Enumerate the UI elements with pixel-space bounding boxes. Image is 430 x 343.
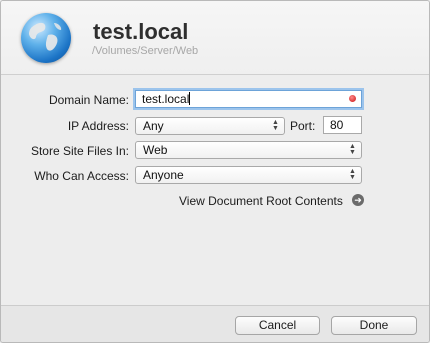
port-label: Port: bbox=[290, 119, 316, 133]
updown-arrows-icon: ▲ ▼ bbox=[349, 168, 356, 181]
header-divider bbox=[1, 74, 429, 75]
port-field[interactable]: 80 bbox=[323, 116, 362, 134]
done-button[interactable]: Done bbox=[331, 316, 417, 335]
dialog-footer: Cancel Done bbox=[1, 305, 429, 342]
updown-arrows-icon: ▲ ▼ bbox=[272, 119, 279, 132]
updown-arrows-icon: ▲ ▼ bbox=[349, 143, 356, 156]
domain-name-label: Domain Name: bbox=[48, 93, 129, 107]
globe-icon bbox=[21, 13, 71, 63]
dialog-header: test.local /Volumes/Server/Web bbox=[1, 1, 429, 74]
view-document-root-link[interactable]: View Document Root Contents bbox=[179, 194, 343, 208]
store-files-popup[interactable]: Web ▲ ▼ bbox=[135, 141, 362, 159]
site-title: test.local bbox=[93, 19, 189, 44]
clear-field-icon[interactable] bbox=[349, 95, 356, 102]
ip-address-popup[interactable]: Any ▲ ▼ bbox=[135, 117, 285, 135]
cancel-button[interactable]: Cancel bbox=[235, 316, 320, 335]
who-can-access-value: Anyone bbox=[143, 168, 184, 182]
who-can-access-label: Who Can Access: bbox=[34, 169, 129, 183]
domain-name-value: test.local bbox=[142, 92, 190, 106]
text-cursor bbox=[189, 92, 191, 105]
ip-address-value: Any bbox=[143, 119, 164, 133]
port-value: 80 bbox=[330, 118, 344, 132]
store-files-label: Store Site Files In: bbox=[30, 144, 129, 158]
site-path: /Volumes/Server/Web bbox=[92, 45, 199, 57]
ip-address-label: IP Address: bbox=[67, 119, 129, 133]
domain-name-field[interactable]: test.local bbox=[135, 90, 362, 108]
arrow-right-circle-icon[interactable]: ➜ bbox=[352, 194, 364, 206]
who-can-access-popup[interactable]: Anyone ▲ ▼ bbox=[135, 166, 362, 184]
site-settings-dialog: test.local /Volumes/Server/Web Domain Na… bbox=[0, 0, 430, 343]
store-files-value: Web bbox=[143, 143, 168, 157]
